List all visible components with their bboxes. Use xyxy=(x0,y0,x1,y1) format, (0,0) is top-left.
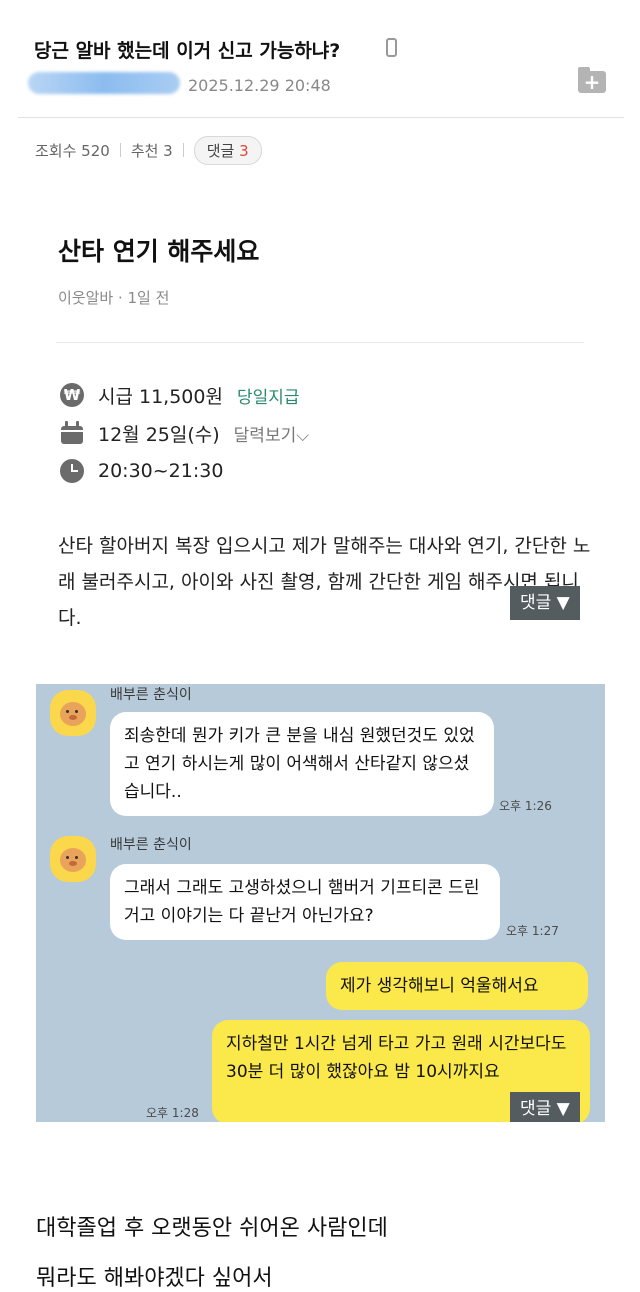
post-body-line: 뭐라도 해봐야겠다 싶어서 xyxy=(36,1266,273,1291)
avatar xyxy=(50,690,96,736)
stats-separator xyxy=(119,143,121,157)
comment-tab-button[interactable]: 댓글 ▼ xyxy=(510,1092,580,1122)
message-time: 오후 1:27 xyxy=(506,924,559,938)
clock-icon xyxy=(60,459,84,483)
sender-name: 배부른 춘식이 xyxy=(110,837,192,853)
job-time: 20:30~21:30 xyxy=(98,460,224,482)
message-bubble: 죄송한데 뭔가 키가 큰 분을 내심 원했던것도 있었고 연기 하시는게 많이 … xyxy=(110,712,494,816)
won-icon: ₩ xyxy=(60,383,84,407)
header-divider xyxy=(18,117,624,118)
job-date-row: 12월 25일(수) 달력보기⌵ xyxy=(60,418,309,448)
mobile-phone-icon xyxy=(386,38,397,57)
message-bubble: 그래서 그래도 고생하셨으니 햄버거 기프티콘 드린거고 이야기는 다 끝난거 … xyxy=(110,864,500,940)
job-date: 12월 25일(수) xyxy=(98,423,220,446)
author-name-redacted[interactable] xyxy=(28,72,180,94)
job-meta: 이웃알바 · 1일 전 xyxy=(58,289,170,307)
comment-tab-button[interactable]: 댓글 ▼ xyxy=(510,586,580,620)
avatar xyxy=(50,836,96,882)
job-title: 산타 연기 해주세요 xyxy=(58,237,260,266)
stats-separator xyxy=(182,143,184,157)
post-body-line: 대학졸업 후 오랫동안 쉬어온 사람인데 xyxy=(36,1216,388,1241)
calendar-link[interactable]: 달력보기⌵ xyxy=(234,421,309,446)
job-pay: 시급 11,500원 xyxy=(98,385,223,408)
post-title: 당근 알바 했는데 이거 신고 가능하냐? xyxy=(34,40,341,62)
chat-screenshot: 배부른 춘식이 죄송한데 뭔가 키가 큰 분을 내심 원했던것도 있었고 연기 … xyxy=(36,684,605,1122)
job-time-row: 20:30~21:30 xyxy=(60,456,223,486)
comments-button[interactable]: 댓글 3 xyxy=(193,135,262,165)
chevron-down-icon: ⌵ xyxy=(296,425,310,446)
recommend-count: 추천 3 xyxy=(130,141,173,160)
post-stats: 조회수 520 추천 3 댓글 3 xyxy=(35,135,262,165)
message-time: 오후 1:28 xyxy=(146,1106,199,1120)
job-divider xyxy=(56,342,584,343)
pay-tag: 당일지급 xyxy=(236,387,300,408)
view-count: 조회수 520 xyxy=(35,141,110,160)
message-time: 오후 1:26 xyxy=(499,799,552,813)
add-folder-icon[interactable]: + xyxy=(578,67,606,93)
my-message-bubble: 제가 생각해보니 억울해서요 xyxy=(326,962,588,1010)
job-pay-row: ₩ 시급 11,500원 당일지급 xyxy=(60,380,300,410)
sender-name: 배부른 춘식이 xyxy=(110,687,192,703)
post-date: 2025.12.29 20:48 xyxy=(188,76,331,95)
comments-label: 댓글 xyxy=(206,141,235,160)
calendar-icon xyxy=(60,421,84,445)
comments-count: 3 xyxy=(239,141,249,160)
